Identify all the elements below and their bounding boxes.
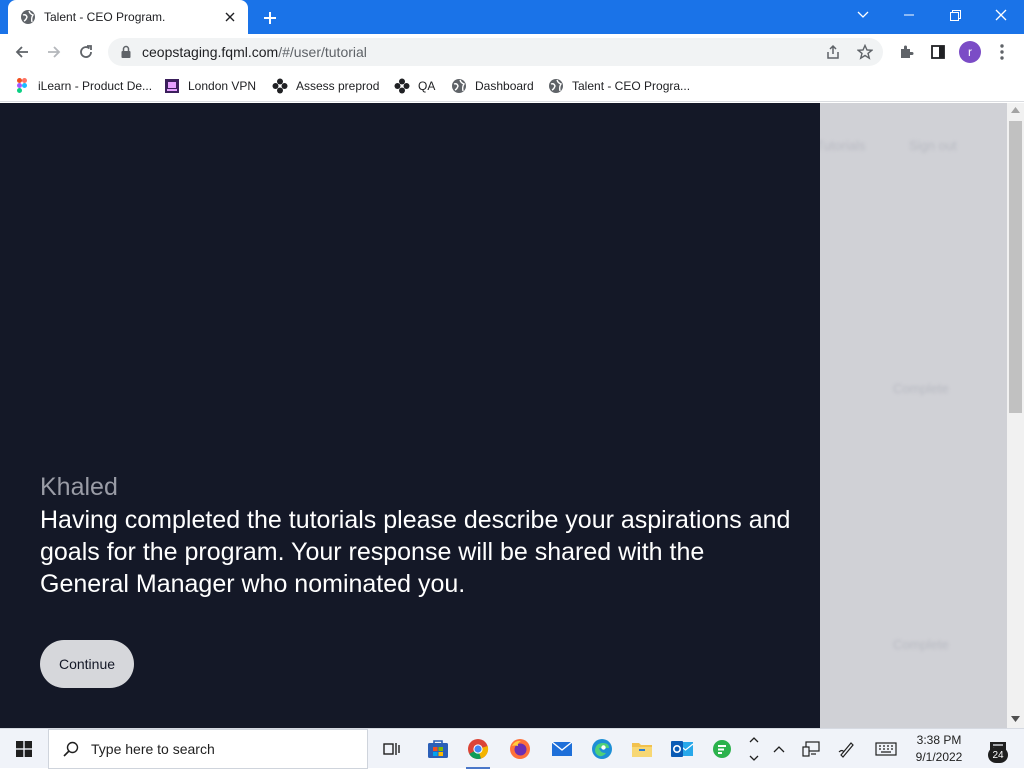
nav-tutorials-link[interactable]: Tutorials — [816, 138, 865, 153]
clock-time: 3:38 PM — [916, 733, 962, 747]
bookmark-label: Talent - CEO Progra... — [572, 79, 691, 93]
bookmark-label: QA — [418, 79, 436, 93]
back-icon[interactable] — [8, 38, 36, 66]
globe-icon — [548, 78, 564, 94]
menu-icon[interactable] — [988, 38, 1016, 66]
bookmark-ilearn[interactable]: iLearn - Product De... — [14, 76, 152, 96]
url-path: /#/user/tutorial — [278, 44, 367, 60]
windows-start-icon[interactable] — [4, 729, 44, 769]
extensions-icon[interactable] — [892, 38, 920, 66]
speaker-name: Khaled — [40, 473, 118, 501]
minimize-icon[interactable] — [886, 0, 932, 30]
bookmark-talent-ceo[interactable]: Talent - CEO Progra... — [548, 76, 690, 96]
touch-keyboard-icon[interactable] — [870, 729, 902, 769]
flower-icon — [394, 78, 410, 94]
figma-icon — [14, 78, 30, 94]
pen-icon[interactable] — [832, 729, 862, 769]
close-window-icon[interactable] — [978, 0, 1024, 30]
nav-sign-out-link[interactable]: Sign out — [909, 138, 957, 153]
scroll-up-icon[interactable] — [1011, 107, 1020, 113]
browser-tab[interactable]: Talent - CEO Program. — [8, 0, 248, 34]
search-icon — [63, 741, 79, 757]
lock-icon — [121, 45, 131, 58]
bookmark-london-vpn[interactable]: London VPN — [164, 76, 256, 96]
outlook-icon[interactable] — [662, 729, 702, 769]
url-host: ceopstaging.fqml.com — [142, 44, 279, 60]
tab-search-icon[interactable] — [840, 0, 886, 30]
status-complete-2: Complete — [893, 637, 949, 652]
green-chat-icon[interactable] — [702, 729, 742, 769]
network-icon[interactable] — [796, 729, 826, 769]
browser-toolbar: ceopstaging.fqml.com/#/user/tutorial r — [0, 34, 1024, 70]
microsoft-store-icon[interactable] — [418, 729, 458, 769]
browser-title-bar: Talent - CEO Program. — [0, 0, 1024, 34]
profile-avatar[interactable]: r — [959, 41, 981, 63]
share-icon[interactable] — [824, 43, 842, 61]
bookmark-label: iLearn - Product De... — [38, 79, 153, 93]
page-content: Tutorials Sign out Complete Complete Kha… — [0, 103, 1007, 728]
bookmark-star-icon[interactable] — [856, 43, 874, 61]
bookmark-dashboard[interactable]: Dashboard — [451, 76, 534, 96]
status-complete-1: Complete — [893, 381, 949, 396]
hidden-icons-chevron-icon[interactable] — [766, 729, 792, 769]
reload-icon[interactable] — [72, 38, 100, 66]
edge-icon[interactable] — [582, 729, 622, 769]
scroll-down-icon[interactable] — [1011, 716, 1020, 722]
task-view-icon[interactable] — [372, 729, 412, 769]
notification-count-badge: 24 — [988, 747, 1008, 763]
taskbar-scroll-arrows-icon[interactable] — [744, 729, 764, 769]
tab-title: Talent - CEO Program. — [44, 10, 166, 24]
address-bar[interactable]: ceopstaging.fqml.com/#/user/tutorial — [108, 38, 883, 66]
continue-button[interactable]: Continue — [40, 640, 134, 688]
bookmark-label: Dashboard — [475, 79, 534, 93]
bookmark-label: London VPN — [188, 79, 257, 93]
new-tab-icon[interactable] — [256, 4, 284, 32]
close-tab-icon[interactable] — [216, 3, 244, 31]
clock-date: 9/1/2022 — [915, 750, 963, 764]
taskbar-search-box[interactable]: Type here to search — [48, 729, 368, 769]
url-text: ceopstaging.fqml.com/#/user/tutorial — [142, 44, 367, 60]
firefox-icon[interactable] — [500, 729, 540, 769]
tutorial-dialog-panel: Khaled Having completed the tutorials pl… — [0, 103, 820, 728]
search-placeholder: Type here to search — [91, 741, 215, 757]
bookmark-assess-preprod[interactable]: Assess preprod — [272, 76, 379, 96]
bookmark-qa[interactable]: QA — [394, 76, 435, 96]
dialog-message: Having completed the tutorials please de… — [40, 506, 791, 598]
mail-icon[interactable] — [542, 729, 582, 769]
globe-icon — [21, 10, 35, 24]
globe-icon — [451, 78, 467, 94]
restore-icon[interactable] — [932, 0, 978, 30]
file-explorer-icon[interactable] — [622, 729, 662, 769]
side-panel-icon[interactable] — [924, 38, 952, 66]
forward-icon[interactable] — [40, 38, 68, 66]
windows-taskbar: Type here to search 3:38 PM 9/1/2022 24 — [0, 728, 1024, 769]
page-scrollbar[interactable] — [1007, 103, 1024, 728]
bookmark-label: Assess preprod — [296, 79, 380, 93]
scroll-thumb[interactable] — [1009, 121, 1022, 413]
system-clock[interactable]: 3:38 PM 9/1/2022 — [906, 732, 972, 766]
bookmarks-bar: iLearn - Product De... London VPN Assess… — [0, 70, 1024, 102]
chrome-icon[interactable] — [458, 729, 498, 769]
flower-icon — [272, 78, 288, 94]
vpn-icon — [164, 78, 180, 94]
